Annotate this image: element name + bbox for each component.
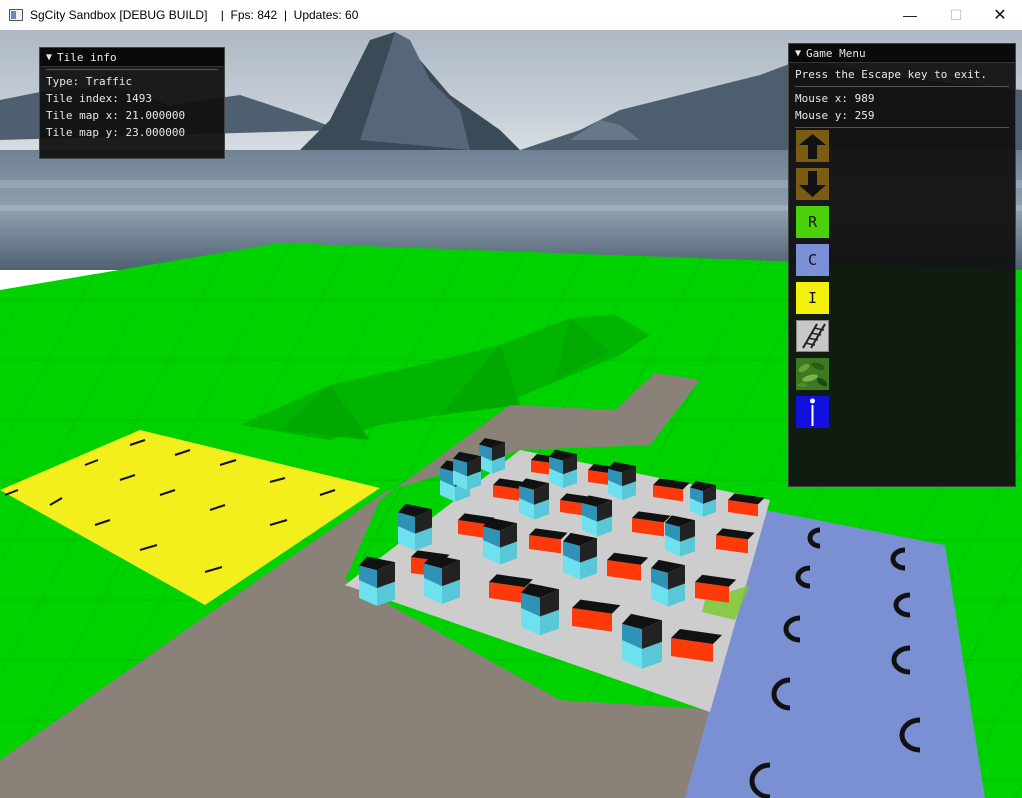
tile-info-titlebar[interactable]: ▼ Tile info <box>40 48 224 67</box>
mouse-x: Mouse x: 989 <box>795 92 875 105</box>
minimize-button[interactable]: — <box>887 0 933 30</box>
collapse-triangle-icon[interactable]: ▼ <box>46 52 52 63</box>
mouse-y: Mouse y: 259 <box>795 109 875 122</box>
lower-terrain-button[interactable] <box>796 168 829 200</box>
collapse-triangle-icon[interactable]: ▼ <box>795 48 801 59</box>
info-button[interactable] <box>796 396 829 428</box>
plants-icon <box>796 358 829 390</box>
arrow-down-icon <box>796 168 829 200</box>
tile-map-y: Tile map y: 23.000000 <box>46 126 186 139</box>
tile-info-title: Tile info <box>57 50 117 64</box>
industrial-zone-label: I <box>807 289 818 307</box>
window-title-bar[interactable]: SgCity Sandbox [DEBUG BUILD] | Fps: 842 … <box>0 0 1022 30</box>
raise-terrain-button[interactable] <box>796 130 829 162</box>
tile-map-x: Tile map x: 21.000000 <box>46 109 186 122</box>
commercial-zone-button[interactable]: C <box>796 244 829 276</box>
tile-type: Type: Traffic <box>46 75 133 88</box>
window-title: SgCity Sandbox [DEBUG BUILD] | Fps: 842 … <box>30 8 359 22</box>
game-menu-title: Game Menu <box>806 46 866 60</box>
app-icon <box>9 9 23 21</box>
industrial-zone-button[interactable]: I <box>796 282 829 314</box>
plants-button[interactable] <box>796 358 829 390</box>
separator <box>46 69 218 70</box>
separator <box>795 86 1009 87</box>
tile-info-panel[interactable]: ▼ Tile info Type: Traffic Tile index: 14… <box>39 47 225 159</box>
info-icon <box>796 396 829 428</box>
game-menu-titlebar[interactable]: ▼ Game Menu <box>789 44 1015 63</box>
maximize-button[interactable]: ☐ <box>933 0 979 30</box>
separator <box>795 127 1009 128</box>
residential-zone-label: R <box>807 213 818 231</box>
traffic-button[interactable] <box>796 320 829 352</box>
commercial-zone-label: C <box>807 251 818 269</box>
railroad-icon <box>802 323 826 349</box>
residential-zone-button[interactable]: R <box>796 206 829 238</box>
close-button[interactable]: ✕ <box>977 0 1022 30</box>
arrow-up-icon <box>796 130 829 162</box>
game-menu-panel[interactable]: ▼ Game Menu Press the Escape key to exit… <box>788 43 1016 487</box>
escape-hint: Press the Escape key to exit. <box>795 68 988 81</box>
tile-index: Tile index: 1493 <box>46 92 152 105</box>
